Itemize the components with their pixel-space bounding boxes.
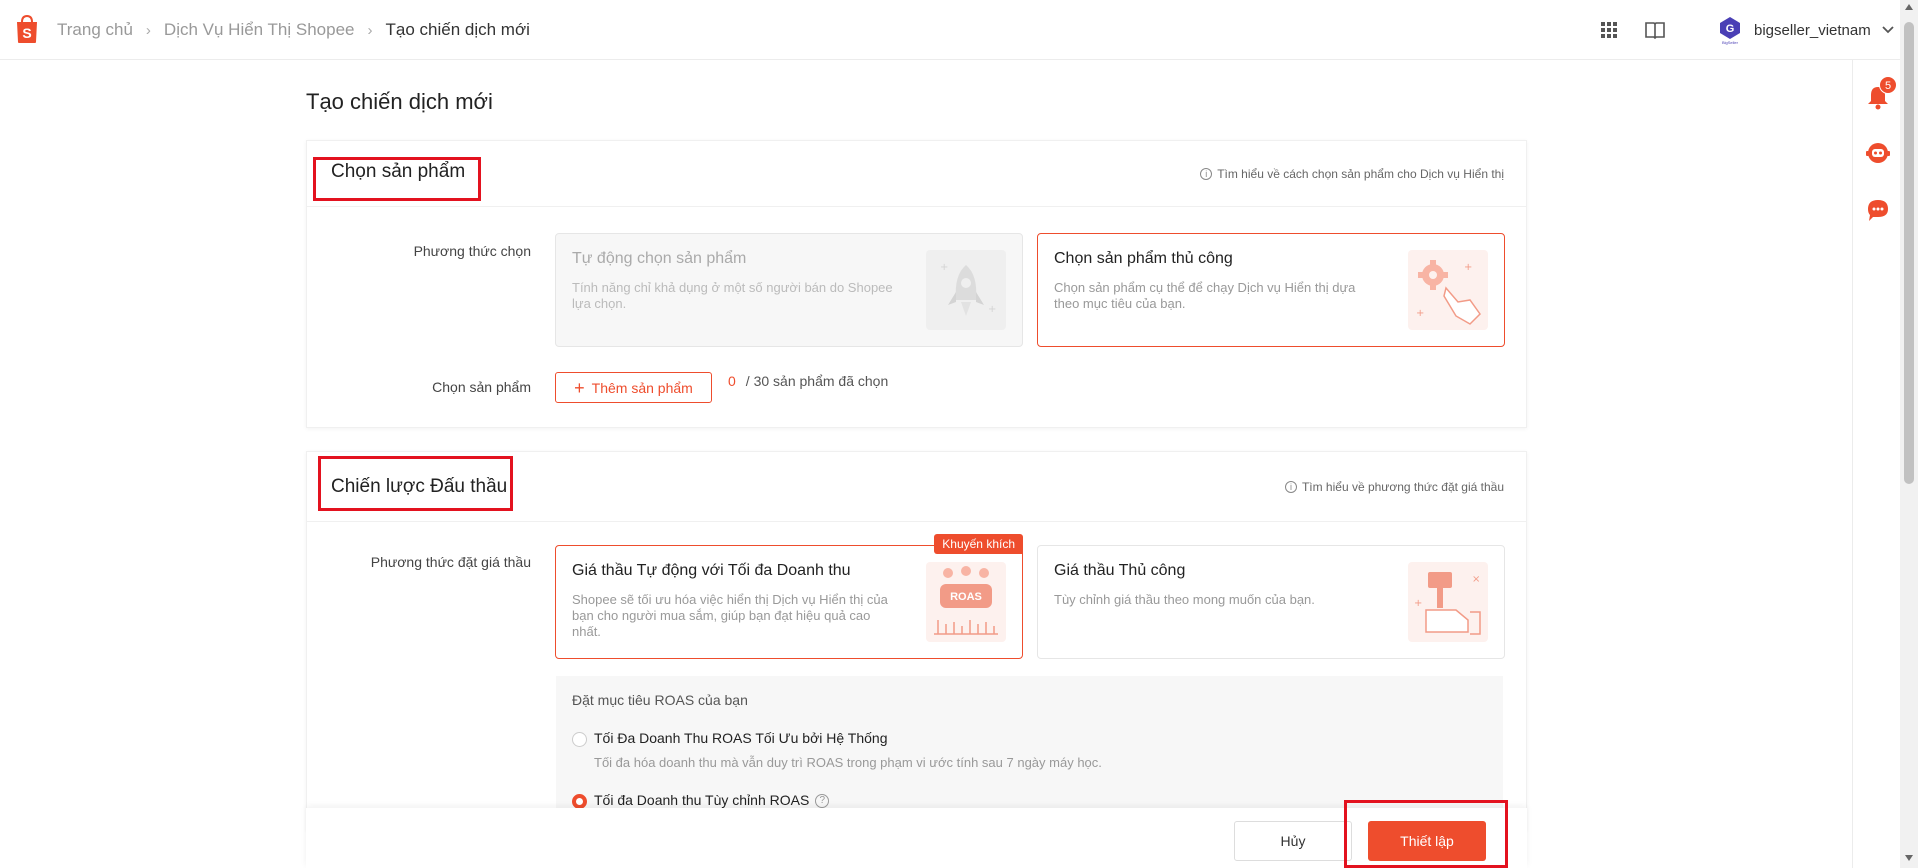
product-help-text: Tìm hiểu về cách chọn sản phẩm cho Dịch …	[1217, 167, 1504, 181]
manual-bid-desc: Tùy chỉnh giá thầu theo mong muốn của bạ…	[1054, 592, 1315, 607]
username: bigseller_vietnam	[1754, 21, 1871, 39]
chat-icon[interactable]	[1865, 197, 1891, 223]
auto-bid-option[interactable]: Khuyến khích Giá thầu Tự động với Tối đa…	[555, 534, 1023, 659]
selected-product-count: 0 / 30 sản phẩm đã chọn	[728, 373, 888, 389]
breadcrumb-display-ads[interactable]: Dịch Vụ Hiển Thị Shopee	[164, 20, 355, 40]
add-product-label: Thêm sản phẩm	[591, 379, 693, 396]
breadcrumb-separator-icon: ›	[145, 21, 151, 39]
info-icon: i	[1284, 481, 1297, 493]
select-product-label: Chọn sản phẩm	[432, 379, 531, 395]
selected-count-value: 0	[728, 373, 736, 389]
auto-bid-desc: Shopee sẽ tối ưu hóa việc hiển thị Dịch …	[572, 592, 888, 639]
roas-illustration-text: ROAS	[950, 591, 982, 603]
svg-text:G: G	[1726, 23, 1735, 35]
shopee-logo-icon[interactable]: S	[14, 14, 40, 44]
manual-bid-option[interactable]: Giá thầu Thủ công Tùy chỉnh giá thầu the…	[1037, 545, 1505, 659]
product-section-help-link[interactable]: i Tìm hiểu về cách chọn sản phẩm cho Dịc…	[1200, 167, 1504, 181]
auto-select-title: Tự động chọn sản phẩm	[572, 250, 747, 267]
highlight-box-bidding-title	[318, 456, 513, 511]
svg-text:+: +	[940, 262, 948, 273]
roas-system-label[interactable]: Tối Đa Doanh Thu ROAS Tối Ưu bởi Hệ Thốn…	[594, 730, 888, 746]
scroll-down-arrow-icon[interactable]	[1905, 855, 1913, 861]
highlight-box-setup-button	[1344, 800, 1508, 868]
svg-text:S: S	[22, 25, 31, 41]
selected-count-suffix: / 30 sản phẩm đã chọn	[745, 373, 889, 389]
roas-custom-option[interactable]: Tối đa Doanh thu Tùy chỉnh ROAS?	[594, 792, 830, 809]
gavel-icon: × +	[1408, 562, 1488, 642]
svg-text:+: +	[988, 304, 996, 315]
breadcrumb-separator-icon: ›	[367, 21, 373, 39]
recommended-ribbon: Khuyến khích	[934, 534, 1023, 554]
bidding-section-help-link[interactable]: i Tìm hiểu về phương thức đặt giá thầu	[1284, 480, 1504, 494]
svg-text:+: +	[1416, 308, 1424, 319]
chevron-down-icon	[1882, 26, 1894, 34]
scroll-up-arrow-icon[interactable]	[1905, 4, 1913, 10]
product-section-header: Chọn sản phẩm i Tìm hiểu về cách chọn sả…	[307, 141, 1526, 207]
highlight-box-product-title	[313, 157, 481, 201]
apps-grid-icon[interactable]	[1597, 18, 1621, 42]
bidding-method-label: Phương thức đặt giá thầu	[370, 554, 531, 570]
book-icon[interactable]	[1643, 18, 1667, 42]
breadcrumb: Trang chủ › Dịch Vụ Hiển Thị Shopee › Tạ…	[57, 20, 530, 40]
breadcrumb-home[interactable]: Trang chủ	[57, 20, 133, 40]
roas-system-radio[interactable]	[572, 732, 587, 747]
top-bar: S Trang chủ › Dịch Vụ Hiển Thị Shopee › …	[0, 0, 1900, 60]
scrollbar-thumb[interactable]	[1904, 22, 1914, 484]
bidding-help-text: Tìm hiểu về phương thức đặt giá thầu	[1301, 480, 1504, 494]
right-sidebar: 5	[1852, 60, 1900, 868]
selection-method-label: Phương thức chọn	[413, 243, 531, 259]
roas-custom-label: Tối đa Doanh thu Tùy chỉnh ROAS	[594, 792, 810, 808]
roas-target-title: Đặt mục tiêu ROAS của bạn	[572, 692, 748, 708]
add-product-button[interactable]: + Thêm sản phẩm	[555, 372, 712, 403]
page-scrollbar[interactable]	[1900, 0, 1918, 868]
roas-chart-icon: ROAS	[926, 562, 1006, 642]
auto-select-option: Tự động chọn sản phẩm Tính năng chỉ khả …	[555, 233, 1023, 347]
auto-select-desc: Tính năng chỉ khả dụng ở một số người bá…	[572, 280, 893, 311]
svg-text:+: +	[1414, 598, 1422, 609]
bigseller-avatar-icon: G BigSeller	[1720, 17, 1740, 45]
manual-select-title: Chọn sản phẩm thủ công	[1054, 250, 1233, 267]
question-icon[interactable]: ?	[815, 794, 830, 809]
rocket-icon: + +	[926, 250, 1006, 330]
notification-badge: 5	[1879, 76, 1897, 94]
svg-text:×: ×	[1472, 574, 1480, 585]
svg-text:BigSeller: BigSeller	[1722, 40, 1739, 45]
manual-bid-title: Giá thầu Thủ công	[1054, 562, 1186, 579]
chatbot-icon[interactable]	[1865, 140, 1891, 166]
auto-bid-title: Giá thầu Tự động với Tối đa Doanh thu	[572, 562, 851, 579]
user-menu[interactable]: G BigSeller bigseller_vietnam	[1716, 15, 1895, 45]
manual-select-option[interactable]: Chọn sản phẩm thủ công Chọn sản phẩm cụ …	[1037, 233, 1505, 347]
roas-system-desc: Tối đa hóa doanh thu mà vẫn duy trì ROAS…	[594, 755, 1102, 770]
info-icon: i	[1200, 168, 1213, 180]
page-title: Tạo chiến dịch mới	[306, 89, 493, 114]
hand-gear-icon: + +	[1408, 250, 1488, 330]
breadcrumb-current: Tạo chiến dịch mới	[385, 20, 530, 39]
manual-select-desc: Chọn sản phẩm cụ thể để chạy Dịch vụ Hiể…	[1054, 280, 1356, 311]
cancel-button[interactable]: Hủy	[1234, 821, 1352, 861]
svg-text:+: +	[1464, 262, 1472, 273]
plus-icon: +	[574, 377, 585, 398]
roas-custom-radio[interactable]	[572, 794, 587, 809]
